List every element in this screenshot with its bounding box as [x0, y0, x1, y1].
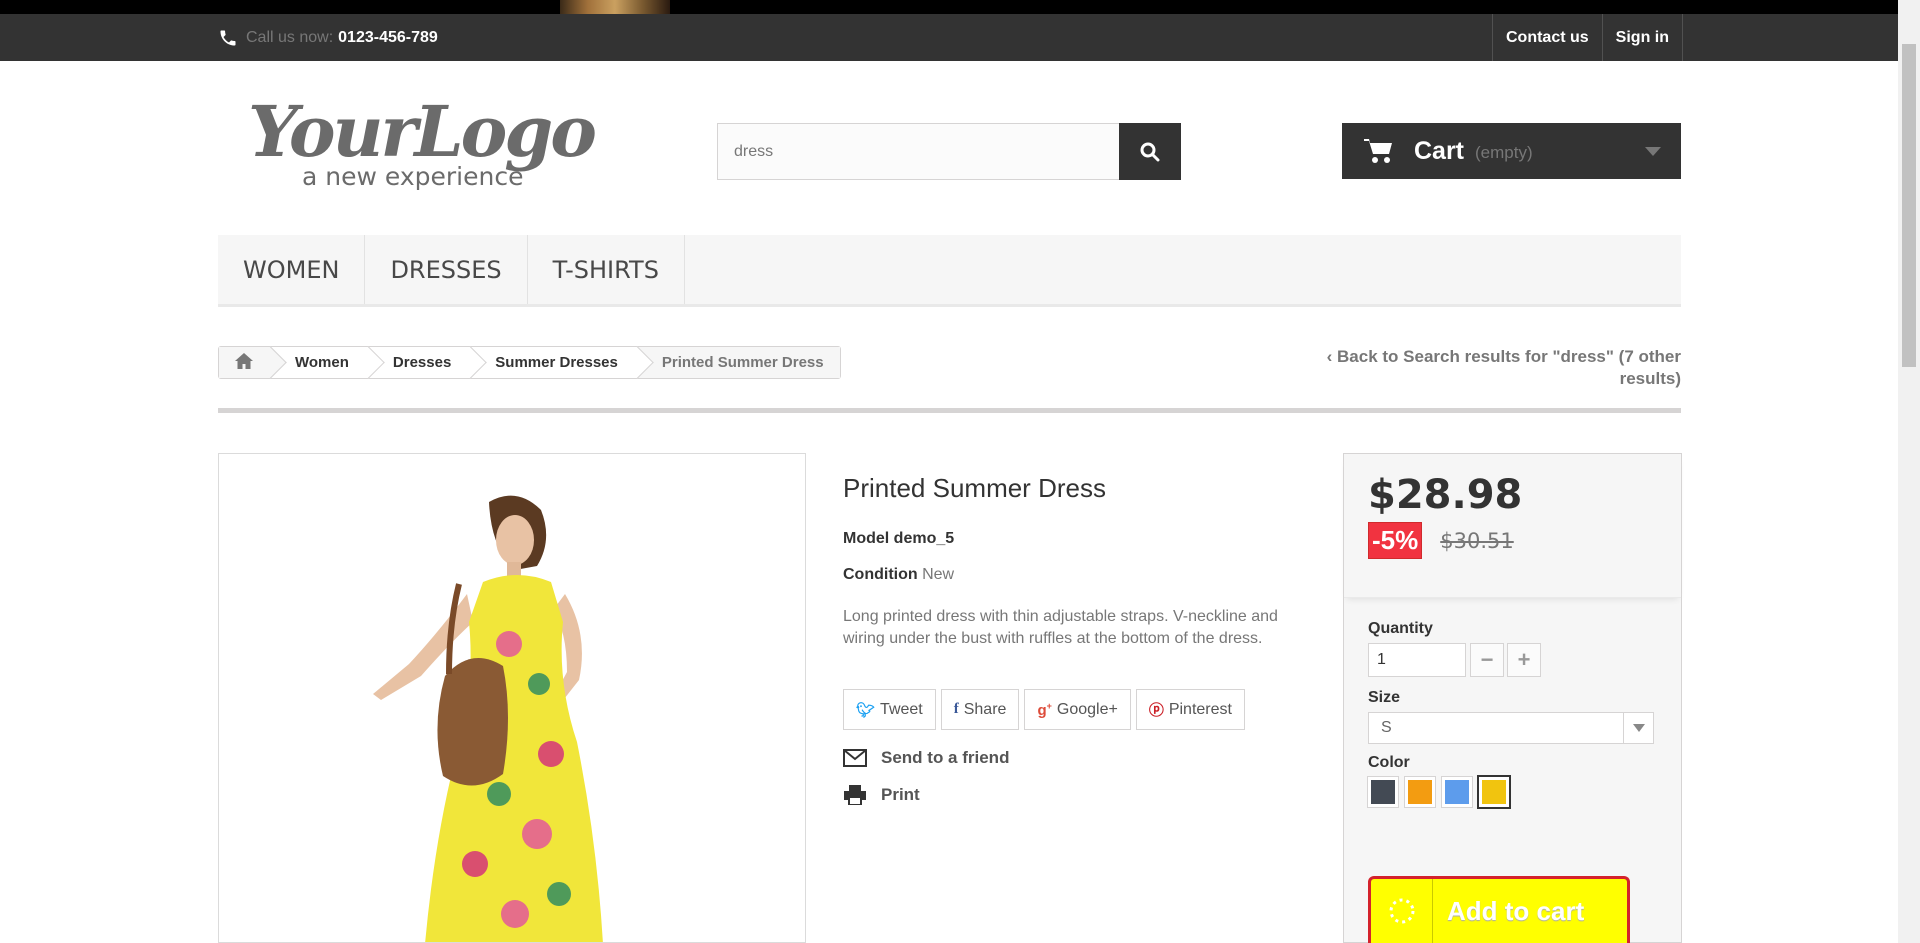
banner-image — [560, 0, 670, 14]
add-to-cart-label: Add to cart — [1447, 895, 1585, 926]
divider — [218, 408, 1681, 413]
color-swatch[interactable] — [1367, 776, 1399, 808]
print-link[interactable]: Print — [843, 785, 920, 805]
dress-model-image — [219, 454, 805, 942]
chevron-left-icon: ‹ — [1326, 347, 1338, 366]
color-label: Color — [1368, 754, 1410, 771]
contact-us-link[interactable]: Contact us — [1493, 14, 1603, 61]
color-swatch[interactable] — [1477, 775, 1511, 809]
breadcrumb: Women Dresses Summer Dresses Printed Sum… — [218, 346, 841, 379]
condition-value: New — [922, 566, 955, 583]
send-to-friend-label: Send to a friend — [881, 748, 1010, 767]
chevron-down-icon — [1623, 713, 1653, 743]
size-label: Size — [1368, 689, 1401, 706]
header-links: Contact us Sign in — [1492, 14, 1683, 61]
product-title: Printed Summer Dress — [843, 473, 1106, 503]
google-plus-button[interactable]: g+ Google+ — [1024, 689, 1131, 730]
tweet-button[interactable]: 🐦︎ Tweet — [843, 689, 936, 730]
tweet-label: Tweet — [880, 700, 923, 718]
product-model: Model demo_5 — [843, 530, 1293, 548]
menu-item-dresses[interactable]: DRESSES — [365, 235, 528, 304]
share-label: Share — [963, 700, 1007, 718]
pinterest-label: Pinterest — [1168, 700, 1232, 718]
breadcrumb-current: Printed Summer Dress — [637, 347, 840, 378]
twitter-icon: 🐦︎ — [856, 701, 876, 719]
sign-in-link[interactable]: Sign in — [1603, 14, 1683, 61]
size-select[interactable]: S — [1368, 712, 1654, 744]
pinterest-icon: ⓟ — [1148, 702, 1164, 719]
product-image[interactable] — [218, 453, 806, 943]
google-plus-icon: g+ — [1037, 700, 1052, 719]
shop-phone: Call us now: 0123-456-789 — [218, 14, 438, 61]
menu-item-women[interactable]: WOMEN — [218, 235, 366, 304]
page-scrollbar[interactable] — [1898, 0, 1920, 943]
cart-icon — [1364, 139, 1392, 163]
model-label: Model — [843, 530, 890, 547]
price-reduction: -5% $30.51 — [1368, 522, 1657, 559]
model-value: demo_5 — [893, 530, 955, 547]
buy-block: $28.98 -5% $30.51 Quantity 1 − + Size S … — [1343, 453, 1682, 943]
search-box — [717, 123, 1181, 180]
top-nav-bar: Call us now: 0123-456-789 Contact us Sig… — [0, 14, 1898, 61]
add-to-cart-button[interactable]: Add to cart — [1368, 876, 1630, 943]
menu-item-tshirts[interactable]: T-SHIRTS — [528, 235, 685, 304]
site-logo[interactable]: YourLogo a new experience — [248, 90, 608, 200]
pinterest-button[interactable]: ⓟ Pinterest — [1135, 689, 1245, 730]
main-menu: WOMEN DRESSES T-SHIRTS — [218, 235, 1681, 307]
send-to-friend-link[interactable]: Send to a friend — [843, 748, 1009, 768]
price-area: $28.98 -5% $30.51 — [1344, 454, 1681, 598]
search-input[interactable] — [718, 124, 1119, 179]
search-button[interactable] — [1119, 123, 1181, 180]
logo-tagline: a new experience — [302, 162, 524, 191]
social-sharing: 🐦︎ Tweet f Share g+ Google+ ⓟ Pinterest — [843, 689, 1245, 730]
cart-label: Cart — [1414, 136, 1465, 165]
product-description: Long printed dress with thin adjustable … — [843, 608, 1278, 647]
cart-block[interactable]: Cart (empty) — [1342, 123, 1681, 179]
breadcrumb-home[interactable] — [219, 347, 271, 378]
cart-status: (empty) — [1475, 143, 1533, 162]
print-label: Print — [881, 785, 920, 804]
back-to-search-link[interactable]: ‹ Back to Search results for "dress" (7 … — [1272, 346, 1681, 390]
loading-spinner-icon — [1371, 879, 1433, 943]
call-label: Call us now: — [246, 28, 334, 46]
color-swatch[interactable] — [1441, 776, 1473, 808]
printer-icon — [844, 785, 866, 805]
color-swatch[interactable] — [1404, 776, 1436, 808]
envelope-icon — [843, 749, 867, 767]
quantity-label: Quantity — [1368, 620, 1433, 637]
logo-title: YourLogo — [248, 90, 597, 173]
size-value: S — [1381, 719, 1392, 736]
phone-icon — [220, 30, 236, 45]
facebook-icon: f — [953, 701, 959, 717]
quantity-stepper: 1 − + — [1368, 643, 1657, 677]
discount-badge: -5% — [1368, 522, 1423, 559]
back-link-label: Back to Search results for "dress" (7 ot… — [1337, 347, 1681, 388]
share-button[interactable]: f Share — [940, 689, 1020, 730]
product-condition: Condition New — [843, 566, 1293, 584]
quantity-input[interactable]: 1 — [1368, 643, 1466, 677]
phone-number: 0123-456-789 — [338, 28, 438, 46]
product-info: Printed Summer Dress Model demo_5 Condit… — [843, 470, 1293, 650]
home-icon — [235, 353, 253, 369]
quantity-minus-button[interactable]: − — [1470, 643, 1504, 677]
search-icon — [1140, 142, 1160, 161]
top-banner[interactable] — [0, 0, 1898, 14]
quantity-plus-button[interactable]: + — [1507, 643, 1541, 677]
old-price: $30.51 — [1440, 528, 1514, 553]
chevron-down-icon — [1645, 146, 1661, 156]
condition-label: Condition — [843, 566, 918, 583]
product-options: Quantity 1 − + Size S Color — [1344, 598, 1681, 809]
breadcrumb-summer-dresses[interactable]: Summer Dresses — [471, 347, 638, 378]
product-price: $28.98 — [1368, 472, 1523, 518]
scrollbar-thumb[interactable] — [1902, 44, 1916, 367]
color-swatches — [1367, 775, 1657, 809]
google-plus-label: Google+ — [1056, 700, 1118, 718]
